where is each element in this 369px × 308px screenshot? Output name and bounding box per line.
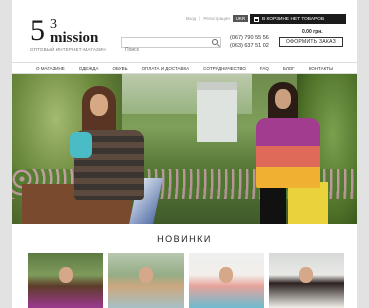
page: 5 3 mission ОПТОВЫЙ ИНТЕРНЕТ-МАГАЗИН Вхо…	[12, 0, 357, 308]
nav-item-cooperation[interactable]: СОТРУДНИЧЕСТВО	[203, 66, 246, 71]
product-card[interactable]	[188, 253, 264, 308]
nav-item-blog[interactable]: БЛОГ	[283, 66, 295, 71]
cart-icon	[254, 16, 259, 22]
search-input[interactable]	[122, 45, 208, 55]
search-box	[121, 37, 221, 55]
product-card[interactable]	[28, 253, 104, 308]
logo[interactable]: 5 3 mission ОПТОВЫЙ ИНТЕРНЕТ-МАГАЗИН	[30, 16, 110, 56]
hero-pavilion	[197, 82, 237, 142]
search-icon[interactable]	[212, 39, 218, 45]
separator: |	[199, 16, 201, 21]
nav-item-shoes[interactable]: ОБУВЬ	[112, 66, 127, 71]
lang-ukr[interactable]: UKR	[232, 15, 249, 22]
order-button[interactable]: ОФОРМИТЬ ЗАКАЗ	[279, 37, 343, 47]
cart-total: 0.00 грн.	[302, 29, 323, 35]
nav-item-about[interactable]: О МАГАЗИНЕ	[36, 66, 65, 71]
phone-numbers: (067) 790 55 56 (063) 637 51 02	[230, 34, 269, 50]
nav-item-clothing[interactable]: ОДЕЖДА	[79, 66, 99, 71]
nav-item-faq[interactable]: FAQ	[260, 66, 269, 71]
logo-word: mission	[50, 30, 99, 46]
logo-tagline: ОПТОВЫЙ ИНТЕРНЕТ-МАГАЗИН	[30, 47, 106, 52]
cart-button[interactable]: В КОРЗИНЕ НЕТ ТОВАРОВ	[250, 14, 346, 24]
phone-1[interactable]: (067) 790 55 56	[230, 34, 269, 42]
nav-item-payment-delivery[interactable]: ОПЛАТА И ДОСТАВКА	[142, 66, 190, 71]
product-card[interactable]	[108, 253, 184, 308]
hero-model-left	[70, 86, 163, 224]
hero-banner[interactable]	[12, 74, 357, 224]
product-list	[28, 253, 344, 308]
register-link[interactable]: Регистрация	[203, 16, 229, 21]
product-card[interactable]	[268, 253, 344, 308]
phone-2[interactable]: (063) 637 51 02	[230, 42, 269, 50]
main-nav: О МАГАЗИНЕ ОДЕЖДА ОБУВЬ ОПЛАТА И ДОСТАВК…	[12, 62, 357, 74]
hero-model-right	[248, 82, 328, 224]
cart-label: В КОРЗИНЕ НЕТ ТОВАРОВ	[262, 16, 325, 22]
logo-number: 5	[30, 14, 45, 47]
nav-item-contacts[interactable]: КОНТАКТЫ	[309, 66, 333, 71]
section-title-new: НОВИНКИ	[157, 234, 212, 244]
login-link[interactable]: Вход	[186, 16, 196, 21]
